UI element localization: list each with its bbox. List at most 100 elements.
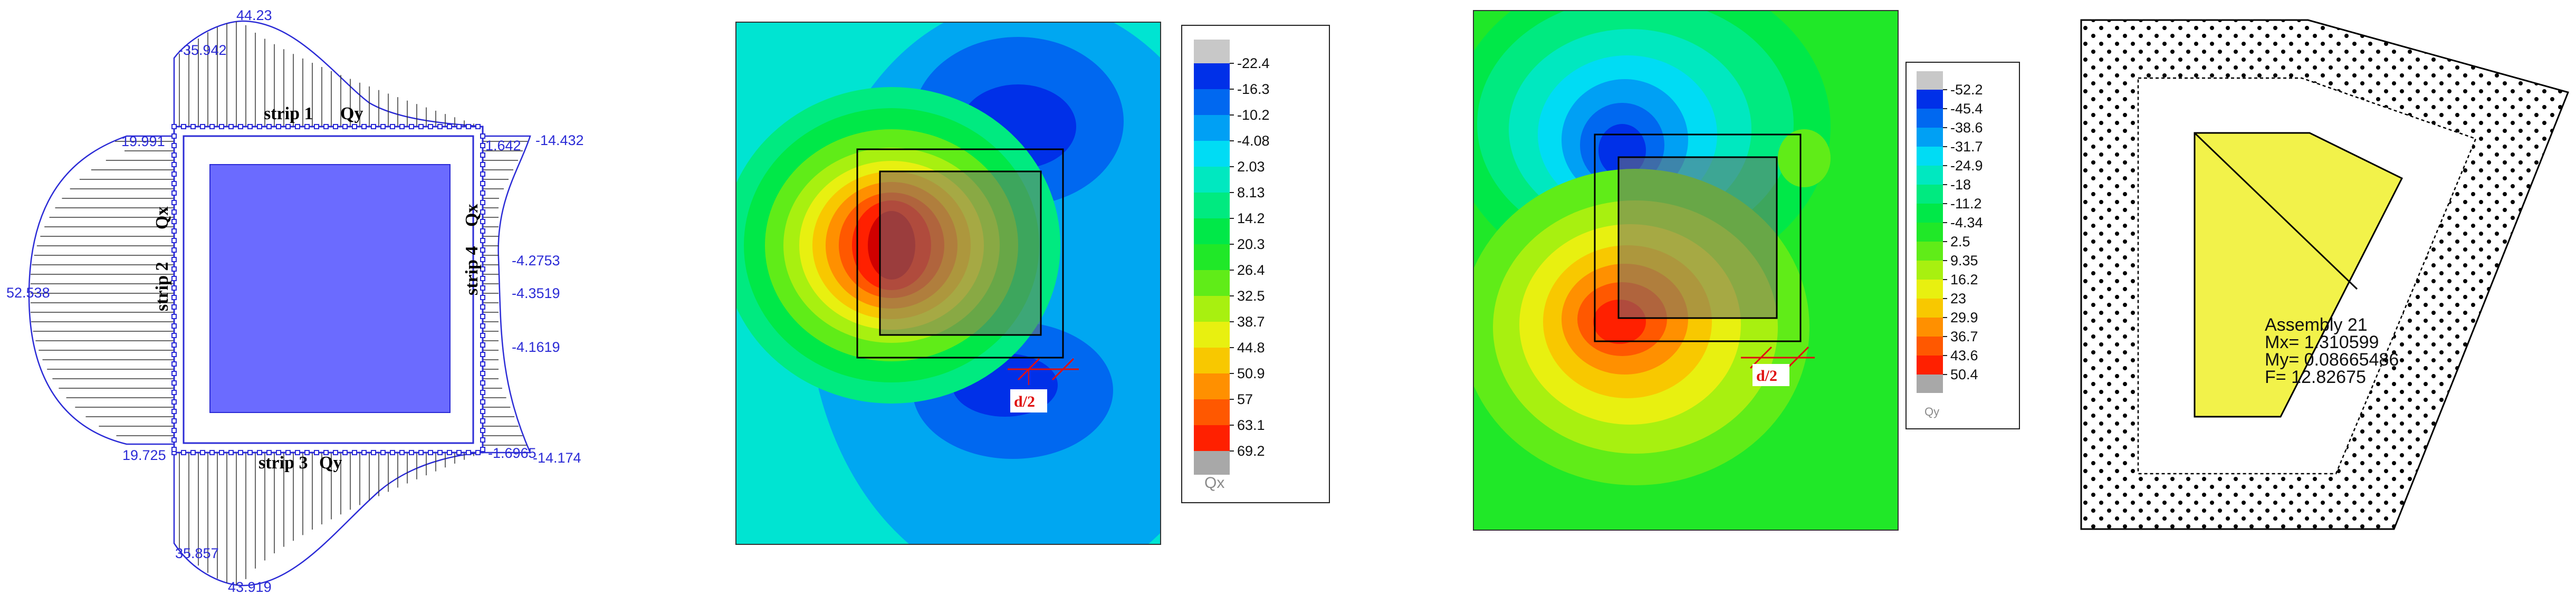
figure: strip 1 Qy strip 3 Qy strip 2 Qx strip 4… — [6, 7, 2570, 595]
strip-node — [171, 304, 177, 310]
strip-node — [480, 371, 485, 376]
strip-node — [437, 450, 443, 455]
strip-node — [428, 450, 433, 455]
legend-color-swatch — [1194, 89, 1230, 115]
value-bottom-left: 35.857 — [175, 545, 219, 561]
legend-color-swatch — [1917, 223, 1943, 242]
strip-node — [171, 266, 177, 272]
strip-node — [171, 285, 177, 291]
legend-value-label: 2.5 — [1950, 234, 1970, 249]
strip-node — [480, 418, 485, 424]
qx-column-overlay — [879, 170, 1042, 336]
legend-color-swatch — [1917, 261, 1943, 280]
strip-node — [190, 450, 196, 455]
strip-node — [266, 124, 272, 129]
legend-value-label: 63.1 — [1237, 417, 1265, 433]
strip-node — [361, 450, 367, 455]
strip-node — [228, 124, 234, 129]
legend-cap-bottom — [1917, 375, 1943, 393]
legend-value-label: 9.35 — [1950, 253, 1978, 268]
legend-value-label: 44.8 — [1237, 340, 1265, 356]
strip-node — [304, 124, 310, 129]
strip-node — [238, 124, 243, 129]
legend-value-label: 2.03 — [1237, 159, 1265, 175]
strip-node — [480, 399, 485, 405]
strip-node — [276, 124, 281, 129]
legend-color-swatch — [1917, 185, 1943, 204]
strip-node — [352, 450, 357, 455]
legend-cap-top — [1194, 40, 1230, 63]
strip-node — [171, 133, 177, 139]
strip-node — [228, 450, 234, 455]
legend-color-swatch — [1917, 280, 1943, 299]
qx-contour-panel: d/2 -22.4 -16.3 -10.2 -4.08 2.03 8.13 14.2 20.3… — [735, 22, 1330, 545]
strip-node — [171, 361, 177, 367]
strip-node — [480, 152, 485, 158]
legend-value-label: 50.4 — [1950, 367, 1978, 382]
strip-node — [418, 450, 424, 455]
legend-color-swatch — [1194, 63, 1230, 89]
value-right-1: -4.2753 — [512, 253, 560, 268]
legend-value-label: -22.4 — [1237, 55, 1270, 71]
strip-node — [456, 450, 462, 455]
legend-value-label: -45.4 — [1950, 101, 1983, 117]
strip-node — [480, 342, 485, 348]
strip-node — [171, 190, 177, 196]
strip-node — [171, 428, 177, 433]
value-top-right-inner: 1.642 — [485, 138, 521, 153]
strip-node — [437, 124, 443, 129]
strip1-label: strip 1 — [264, 104, 313, 123]
strip-node — [371, 450, 376, 455]
strip-node — [466, 450, 471, 455]
strip-node — [480, 409, 485, 414]
strip-node — [480, 390, 485, 395]
legend-color-swatch — [1917, 356, 1943, 375]
strip-node — [480, 295, 485, 300]
strip-node — [480, 437, 485, 443]
strip-node — [390, 124, 395, 129]
strip-node — [190, 124, 196, 129]
strip-node — [475, 124, 481, 129]
strip-node — [219, 124, 224, 129]
strip4-label: strip 4 — [462, 246, 482, 296]
value-top-peak: 44.23 — [236, 7, 272, 23]
legend-color-swatch — [1917, 166, 1943, 185]
strip-node — [171, 380, 177, 386]
legend-color-swatch — [1917, 147, 1943, 166]
strip-node — [380, 450, 386, 455]
value-bottom-right-outer: -14.174 — [533, 450, 581, 466]
strip-node — [480, 190, 485, 196]
legend-value-label: 69.2 — [1237, 443, 1265, 459]
strip-node — [171, 209, 177, 215]
strip-node — [200, 450, 205, 455]
legend-value-label: -11.2 — [1950, 196, 1982, 212]
strip-node — [171, 238, 177, 243]
legend-value-label: -52.2 — [1950, 82, 1983, 98]
strip-node — [171, 418, 177, 424]
strip-node — [171, 333, 177, 338]
legend-color-swatch — [1194, 167, 1230, 193]
legend-color-swatch — [1194, 322, 1230, 348]
strip-node — [181, 124, 186, 129]
strip-node — [480, 361, 485, 367]
strip-node — [480, 428, 485, 433]
qx-legend-unit: Qx — [1204, 474, 1224, 492]
legend-color-swatch — [1194, 425, 1230, 451]
legend-color-swatch — [1917, 299, 1943, 318]
value-top-right-outer: -14.432 — [535, 132, 584, 148]
legend-value-label: -18 — [1950, 177, 1971, 193]
legend-value-label: 43.6 — [1950, 348, 1978, 363]
column-block — [209, 164, 451, 413]
strip-node — [171, 200, 177, 205]
strip-node — [247, 450, 253, 455]
strip3-force-label: Qy — [319, 453, 342, 473]
strip-node — [361, 124, 367, 129]
strip-node — [409, 450, 414, 455]
value-left-bottom: 19.725 — [122, 447, 166, 463]
legend-value-label: -10.2 — [1237, 107, 1270, 123]
strip-node — [399, 450, 405, 455]
legend-color-swatch — [1194, 218, 1230, 244]
strip-node — [171, 257, 177, 262]
legend-color-swatch — [1194, 373, 1230, 399]
strip-node — [480, 447, 485, 452]
